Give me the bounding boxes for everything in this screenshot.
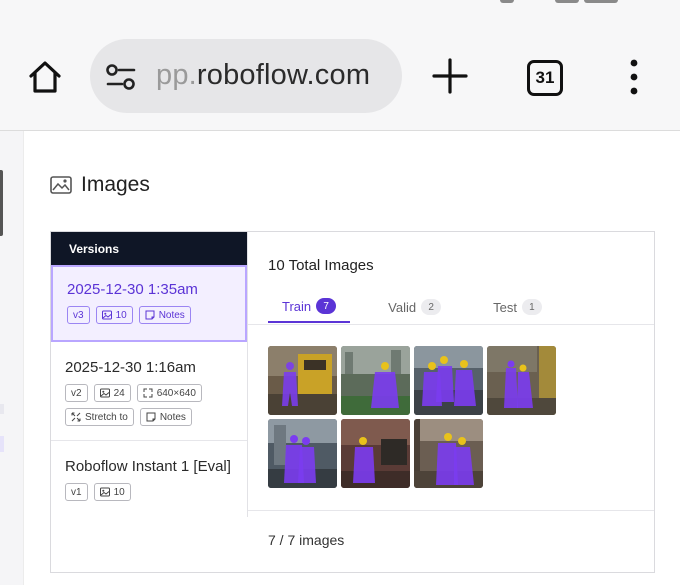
- tab-count: 31: [535, 68, 555, 87]
- tab-test[interactable]: Test 1: [479, 298, 556, 323]
- image-thumbnail[interactable]: [341, 346, 410, 415]
- version-item-v3[interactable]: 2025-12-30 1:35am v3 10 Notes: [51, 265, 247, 342]
- home-icon[interactable]: [26, 58, 64, 96]
- version-date: Roboflow Instant 1 [Eval]: [65, 458, 231, 475]
- stretch-tag: Stretch to: [65, 408, 134, 426]
- page-title: Images: [81, 173, 150, 196]
- version-tag: v3: [67, 306, 90, 324]
- image-icon: [99, 388, 110, 398]
- address-bar[interactable]: pp.roboflow.com: [90, 39, 402, 113]
- total-images-label: 10 Total Images: [268, 257, 374, 274]
- notes-icon: [146, 412, 156, 422]
- new-tab-icon[interactable]: [430, 56, 470, 96]
- browser-toolbar: pp.roboflow.com 31: [0, 0, 680, 131]
- sidebar-marker-active: [0, 436, 4, 452]
- train-count-badge: 7: [316, 298, 337, 314]
- images-section-header: Images: [50, 173, 150, 197]
- notes-icon: [145, 310, 155, 320]
- left-sidebar-rail: [0, 131, 24, 585]
- test-count-badge: 1: [521, 299, 542, 315]
- more-menu-icon[interactable]: [626, 58, 642, 96]
- image-thumbnail[interactable]: [341, 419, 410, 488]
- versions-header: Versions: [51, 232, 247, 266]
- notes-tag[interactable]: Notes: [138, 306, 191, 324]
- versions-list: Versions 2025-12-30 1:35am v3 10 Notes 2…: [51, 232, 248, 517]
- tabs-divider: [248, 324, 654, 325]
- sidebar-tab[interactable]: [0, 170, 3, 236]
- version-item-v1[interactable]: Roboflow Instant 1 [Eval] v1 10: [51, 441, 247, 517]
- resize-tag: 640×640: [136, 384, 202, 402]
- tab-switcher-button[interactable]: 31: [527, 60, 563, 96]
- split-tabs: Train 7 Valid 2 Test 1: [268, 298, 580, 323]
- image-count-tag: 10: [93, 483, 131, 501]
- image-thumbnail[interactable]: [414, 346, 483, 415]
- image-thumbnail[interactable]: [487, 346, 556, 415]
- dataset-panel: Versions 2025-12-30 1:35am v3 10 Notes 2…: [50, 231, 655, 573]
- image-thumbnail[interactable]: [268, 419, 337, 488]
- url-text[interactable]: pp.roboflow.com: [156, 59, 370, 92]
- version-tag: v1: [65, 483, 88, 501]
- images-count-footer: 7 / 7 images: [268, 532, 345, 548]
- image-icon: [99, 487, 110, 497]
- version-date: 2025-12-30 1:35am: [67, 281, 198, 298]
- image-count-tag: 24: [93, 384, 131, 402]
- images-content: 10 Total Images Train 7 Valid 2 Test 1 7…: [248, 232, 654, 572]
- sidebar-marker: [0, 404, 4, 414]
- image-thumbnail[interactable]: [414, 419, 483, 488]
- tab-train[interactable]: Train 7: [268, 298, 351, 323]
- version-item-v2[interactable]: 2025-12-30 1:16am v2 24 640×640 Stretch …: [51, 342, 247, 441]
- image-thumbnail[interactable]: [268, 346, 337, 415]
- image-count-tag: 10: [95, 306, 133, 324]
- version-tag: v2: [65, 384, 88, 402]
- footer-divider: [248, 510, 654, 511]
- resize-icon: [143, 388, 153, 398]
- valid-count-badge: 2: [421, 299, 442, 315]
- image-icon: [50, 176, 72, 194]
- status-bar-icons: [500, 0, 620, 6]
- stretch-icon: [71, 412, 81, 422]
- image-icon: [101, 310, 112, 320]
- notes-tag[interactable]: Notes: [139, 408, 192, 426]
- tab-valid[interactable]: Valid 2: [374, 298, 455, 323]
- site-settings-icon[interactable]: [105, 63, 137, 91]
- version-date: 2025-12-30 1:16am: [65, 359, 196, 376]
